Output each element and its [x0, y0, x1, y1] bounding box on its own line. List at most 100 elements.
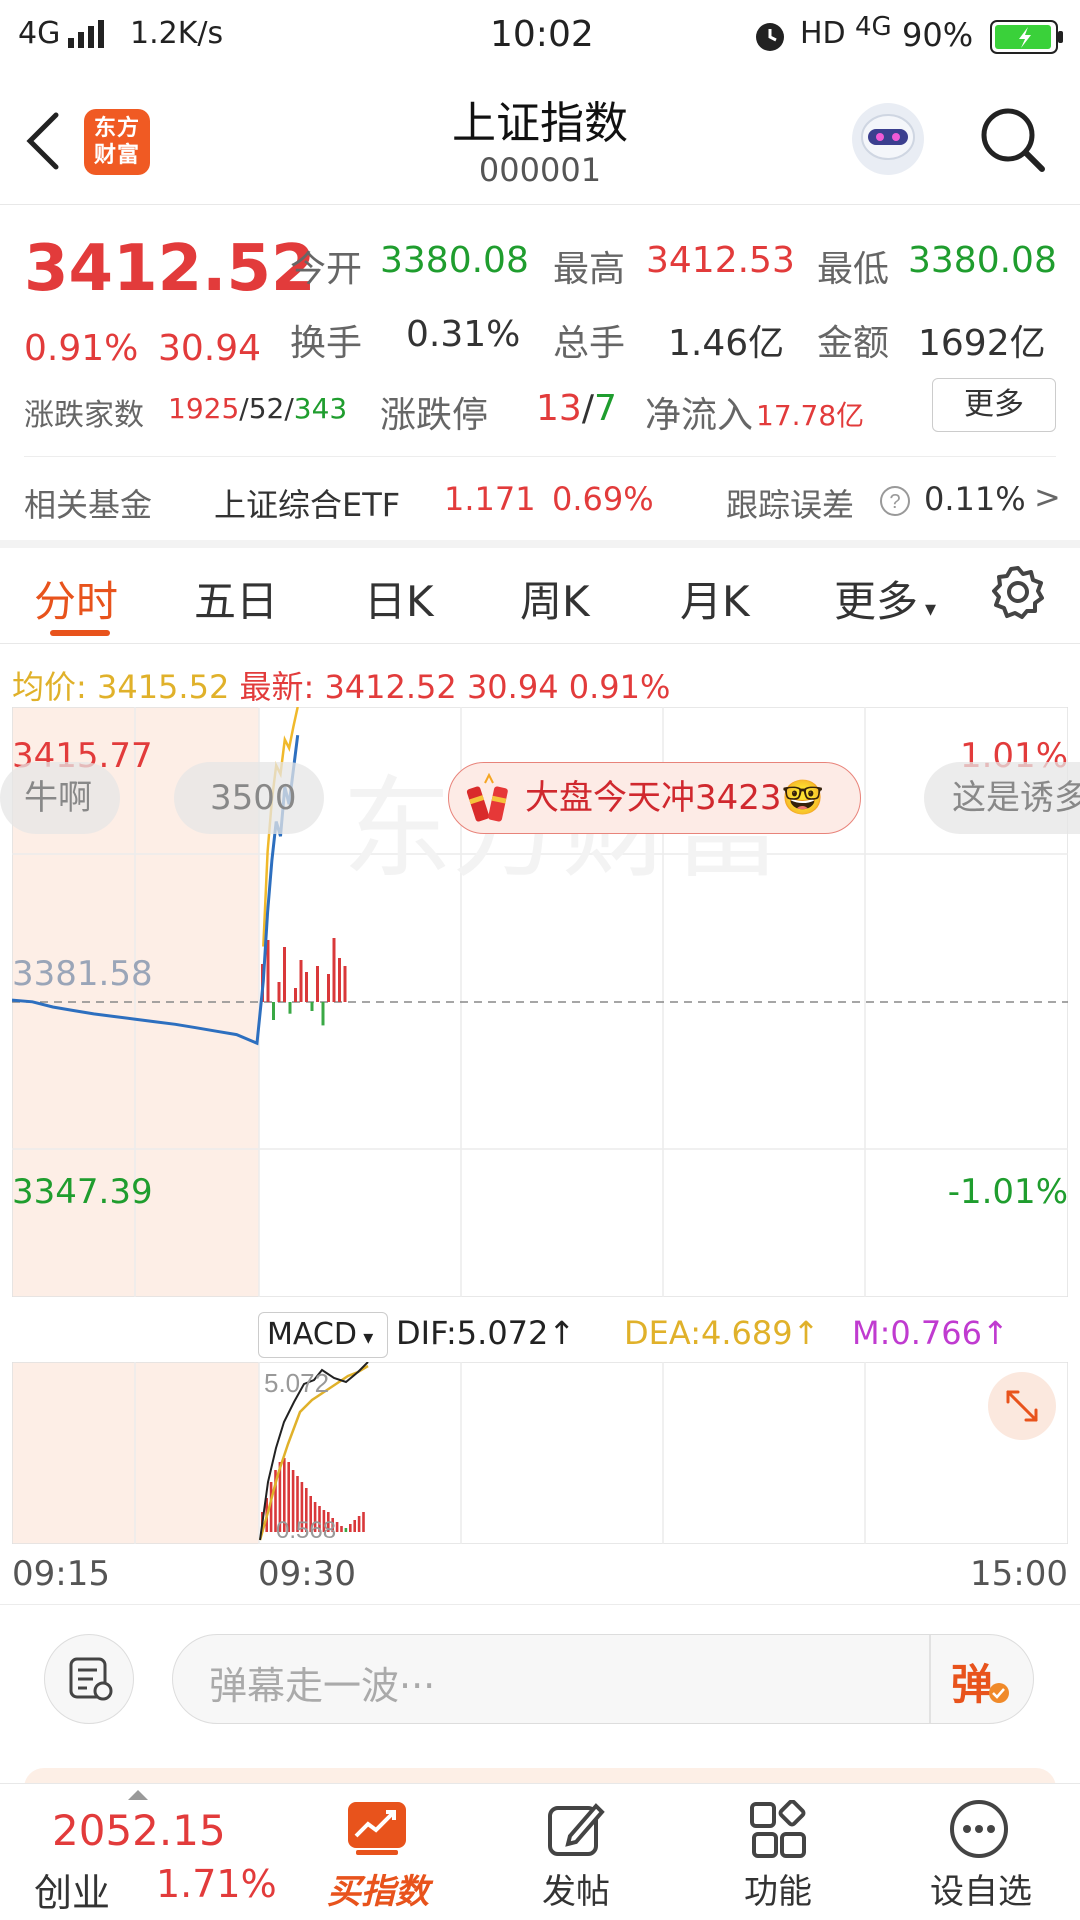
y-axis-mid: 3381.58 [12, 954, 153, 994]
tab-daily-k[interactable]: 日K [364, 568, 434, 629]
current-price: 3412.52 [24, 232, 316, 306]
fund-price: 1.171 [444, 480, 536, 518]
turnover-label: 换手 [290, 323, 363, 364]
check-badge-icon [989, 1683, 1009, 1703]
macd-top-value: 5.072 [264, 1368, 329, 1398]
change-percent: 0.91% [24, 328, 139, 369]
limit-label: 涨跌停 [380, 395, 489, 436]
danmaku-placeholder: 弹幕走一波··· [209, 1664, 436, 1708]
status-bar: 4G 1.2K/s 10:02 HD 4G 90% [0, 0, 1080, 75]
flow-bar [338, 958, 341, 1002]
tracking-error-value: 0.11% [924, 480, 1026, 518]
y-axis-bottom: 3347.39 [12, 1172, 153, 1212]
flow-bar [294, 988, 297, 1002]
more-button[interactable]: 更多 [932, 378, 1056, 432]
gem-index-name: 创业 [34, 1871, 111, 1915]
pct-axis-bottom: -1.01% [947, 1172, 1068, 1212]
buy-index-label[interactable]: 买指数 [318, 1864, 438, 1913]
search-icon[interactable] [978, 105, 1048, 175]
chart-info-line: 均价: 3415.52 最新: 3412.52 30.94 0.91% [12, 668, 671, 706]
flow-bar [305, 972, 308, 1002]
bottom-toolbar: 2052.15 创业 1.71% 买指数 发帖 功能 设自选 [0, 1783, 1080, 1920]
period-tabs: 分时 五日 日K 周K 月K 更多 ▾ [0, 548, 1080, 644]
clock: 10:02 [490, 14, 594, 55]
functions-icon[interactable] [748, 1800, 808, 1860]
battery-icon [990, 20, 1063, 54]
macd-bar [362, 1512, 365, 1532]
x-axis-open: 09:30 [258, 1554, 356, 1594]
macd-bar [349, 1524, 352, 1532]
macd-dif: DIF:5.072↑ [396, 1314, 576, 1352]
low-label: 最低 [817, 249, 890, 290]
flow-bar [288, 1002, 292, 1014]
macd-m: M:0.766↑ [852, 1314, 1009, 1352]
danmaku-highlight[interactable]: 大盘今天冲3423🤓 [448, 762, 861, 834]
danmaku-bubble[interactable]: 这是诱多 [924, 762, 1080, 834]
tab-active-indicator [50, 630, 110, 636]
functions-label[interactable]: 功能 [718, 1864, 838, 1913]
amount-value: 1692亿 [918, 323, 1046, 364]
macd-bottom-value: 0.568 [276, 1517, 336, 1544]
flow-bar [283, 947, 286, 1002]
danmaku-input[interactable]: 弹幕走一波··· 弹 [172, 1634, 1034, 1724]
net-speed: 1.2K/s [130, 16, 224, 51]
buy-index-icon[interactable] [346, 1800, 408, 1856]
macd-bar [344, 1528, 348, 1532]
settings-icon[interactable] [990, 564, 1046, 620]
flow-bar [266, 940, 270, 1002]
network-label-2: 4G [855, 12, 892, 42]
macd-chart[interactable]: 5.072 0.568 [12, 1362, 1068, 1544]
danmaku-bubble[interactable]: 3500 [174, 762, 324, 834]
turnover-value: 0.31% [406, 314, 521, 355]
open-value: 3380.08 [380, 240, 529, 281]
adv-dec-counts: 1925/52/343 [168, 392, 348, 425]
quote-panel: 3412.52 0.91% 30.94 今开 3380.08 最高 3412.5… [0, 206, 1080, 540]
flow-bar [321, 1002, 325, 1026]
post-icon[interactable] [546, 1800, 606, 1860]
signal-icon [68, 20, 104, 48]
indicator-selector[interactable]: MACD ▾ [258, 1312, 388, 1358]
low-value: 3380.08 [908, 240, 1057, 281]
comment-settings-button[interactable] [44, 1634, 134, 1724]
flow-bar [310, 1002, 314, 1011]
hd-label: HD [800, 16, 846, 51]
caret-up-icon [128, 1790, 148, 1800]
adv-dec-label: 涨跌家数 [24, 398, 144, 433]
change-value: 30.94 [158, 328, 262, 369]
gem-index-value[interactable]: 2052.15 [52, 1806, 226, 1855]
open-label: 今开 [290, 249, 363, 290]
robot-assistant-icon[interactable] [848, 99, 928, 179]
macd-bar [353, 1520, 356, 1532]
add-watchlist-label[interactable]: 设自选 [916, 1864, 1046, 1913]
flow-bar [299, 960, 303, 1002]
fund-name[interactable]: 上证综合ETF [214, 480, 400, 526]
tab-weekly-k[interactable]: 周K [520, 568, 590, 629]
firecracker-icon [466, 773, 508, 822]
danmaku-bubble[interactable]: 牛啊 [0, 762, 120, 834]
network-label: 4G [18, 16, 61, 51]
tab-more[interactable]: 更多 ▾ [834, 568, 936, 629]
tracking-error-label: 跟踪误差 [726, 486, 855, 524]
add-watchlist-icon[interactable] [948, 1798, 1010, 1860]
flow-bar [343, 966, 347, 1002]
x-axis-start: 09:15 [12, 1554, 110, 1594]
danmaku-settings-icon [69, 1657, 113, 1701]
post-label[interactable]: 发帖 [516, 1864, 636, 1913]
volume-label: 总手 [553, 323, 626, 364]
x-axis-close: 15:00 [970, 1554, 1068, 1594]
fund-percent: 0.69% [552, 480, 654, 518]
help-icon[interactable]: ? [878, 484, 912, 518]
flow-bar [327, 974, 330, 1002]
flow-bar [332, 938, 336, 1002]
high-label: 最高 [553, 249, 626, 290]
high-value: 3412.53 [646, 240, 795, 281]
macd-bar [357, 1516, 361, 1532]
tab-five-day[interactable]: 五日 [194, 568, 278, 629]
inflow-label: 净流入 [645, 395, 754, 436]
chevron-right-icon[interactable]: > [1034, 478, 1061, 516]
limit-counts: 13/7 [536, 388, 617, 429]
gem-index-percent: 1.71% [156, 1862, 277, 1906]
tab-monthly-k[interactable]: 月K [680, 568, 750, 629]
macd-dea: DEA:4.689↑ [624, 1314, 820, 1352]
tab-intraday[interactable]: 分时 [34, 568, 118, 629]
